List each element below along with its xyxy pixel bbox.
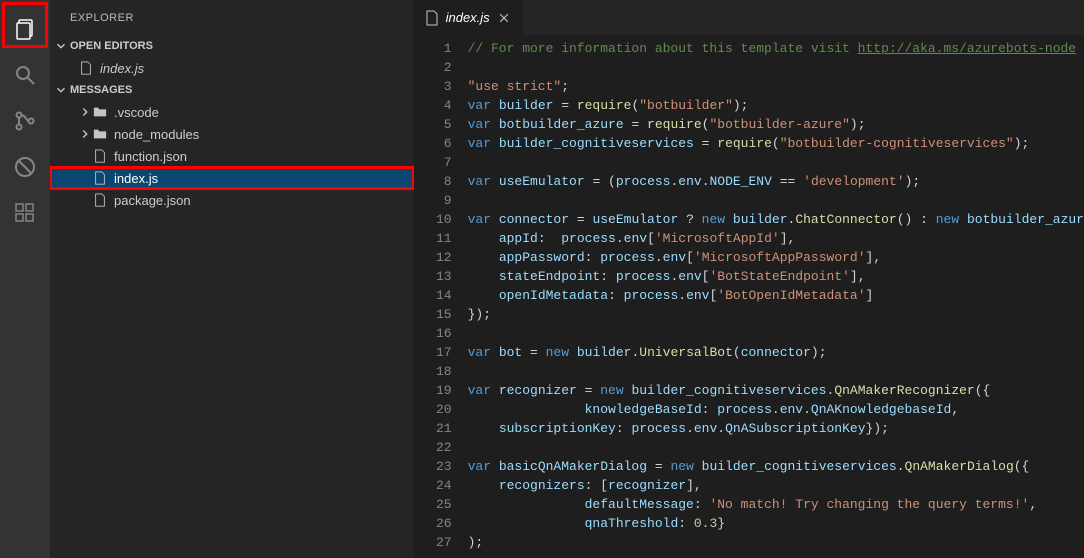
explorer-sidebar: EXPLORER OPEN EDITORS index.js MESSAGES … xyxy=(50,0,414,558)
tree-file[interactable]: function.json xyxy=(50,145,414,167)
code-editor[interactable]: 1234567891011121314151617181920212223242… xyxy=(414,35,1084,558)
code-content[interactable]: // For more information about this templ… xyxy=(468,35,1084,558)
tree-file[interactable]: package.json xyxy=(50,189,414,211)
tree-label: index.js xyxy=(114,171,158,186)
file-icon xyxy=(424,10,440,26)
file-icon xyxy=(78,60,94,76)
file-icon xyxy=(92,148,108,164)
open-editor-label: index.js xyxy=(100,61,144,76)
explorer-title: EXPLORER xyxy=(50,0,414,35)
tree-label: node_modules xyxy=(114,127,199,142)
file-icon xyxy=(92,192,108,208)
close-icon[interactable] xyxy=(496,10,512,26)
tab-label: index.js xyxy=(446,10,490,25)
open-editors-header[interactable]: OPEN EDITORS xyxy=(50,35,414,57)
tree-label: .vscode xyxy=(114,105,159,120)
tab-bar: index.js xyxy=(414,0,1084,35)
tree-folder[interactable]: node_modules xyxy=(50,123,414,145)
tree-label: function.json xyxy=(114,149,187,164)
workspace-label: MESSAGES xyxy=(70,84,132,96)
chevron-down-icon xyxy=(54,39,68,53)
folder-icon xyxy=(92,104,108,120)
activity-bar xyxy=(0,0,50,558)
editor-area: index.js 1234567891011121314151617181920… xyxy=(414,0,1084,558)
chevron-right-icon xyxy=(78,105,92,119)
tree-file[interactable]: index.js xyxy=(50,167,414,189)
tree-label: package.json xyxy=(114,193,191,208)
workspace-header[interactable]: MESSAGES xyxy=(50,79,414,101)
line-gutter: 1234567891011121314151617181920212223242… xyxy=(414,35,468,558)
extensions-icon[interactable] xyxy=(0,190,50,236)
tree-folder[interactable]: .vscode xyxy=(50,101,414,123)
chevron-right-icon xyxy=(78,127,92,141)
tab-index-js[interactable]: index.js xyxy=(414,0,523,35)
file-icon xyxy=(92,170,108,186)
folder-icon xyxy=(92,126,108,142)
debug-icon[interactable] xyxy=(0,144,50,190)
open-editor-item[interactable]: index.js xyxy=(50,57,414,79)
explorer-icon[interactable] xyxy=(0,6,50,52)
source-control-icon[interactable] xyxy=(0,98,50,144)
chevron-down-icon xyxy=(54,83,68,97)
search-icon[interactable] xyxy=(0,52,50,98)
open-editors-label: OPEN EDITORS xyxy=(70,40,153,52)
